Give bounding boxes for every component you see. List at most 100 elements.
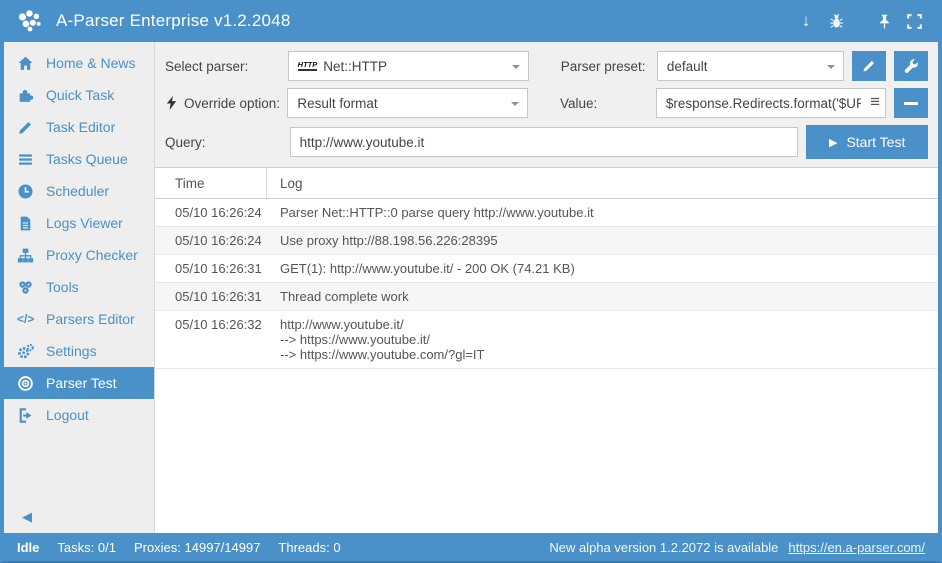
pin-icon[interactable] <box>874 11 894 31</box>
override-option-dropdown[interactable]: Result format <box>287 88 528 118</box>
sidebar-item-logs-viewer[interactable]: Logs Viewer <box>4 207 154 239</box>
pencil-icon <box>17 119 34 136</box>
log-time: 05/10 16:26:24 <box>155 205 267 220</box>
main-content: Select parser: HTTP Net::HTTP Parser pre… <box>155 42 938 533</box>
sidebar-item-label: Task Editor <box>46 119 115 135</box>
override-option-label: Override option: <box>184 96 280 111</box>
log-time: 05/10 16:26:31 <box>155 261 267 276</box>
column-header-log[interactable]: Log <box>267 176 938 191</box>
sidebar-item-label: Parser Test <box>46 375 117 391</box>
sidebar-item-label: Scheduler <box>46 183 109 199</box>
play-icon: ▶ <box>829 136 837 149</box>
log-message: Thread complete work <box>267 289 938 304</box>
edit-preset-button[interactable] <box>852 51 886 81</box>
log-time: 05/10 16:26:32 <box>155 317 267 332</box>
select-parser-value: Net::HTTP <box>323 59 387 74</box>
select-parser-dropdown[interactable]: HTTP Net::HTTP <box>288 51 529 81</box>
list-icon <box>17 151 34 168</box>
query-input[interactable] <box>291 128 798 156</box>
remove-override-button[interactable] <box>894 88 928 118</box>
app-window: A-Parser Enterprise v1.2.2048 ↓ <box>0 0 942 563</box>
sidebar-collapse-icon[interactable]: ◀ <box>22 509 32 525</box>
parser-preset-value: default <box>667 59 708 74</box>
sidebar-item-label: Quick Task <box>46 87 114 103</box>
a-parser-logo-icon <box>14 6 46 36</box>
value-field-wrap: ≡ <box>656 88 886 118</box>
status-state: Idle <box>17 540 39 555</box>
sidebar-item-label: Tasks Queue <box>46 151 128 167</box>
sidebar-item-label: Settings <box>46 343 97 359</box>
log-time: 05/10 16:26:31 <box>155 289 267 304</box>
override-option-value: Result format <box>297 96 377 111</box>
update-link[interactable]: https://en.a-parser.com/ <box>788 540 925 555</box>
target-icon <box>17 375 34 392</box>
sidebar-item-proxy-checker[interactable]: Proxy Checker <box>4 239 154 271</box>
cubes-icon <box>17 279 34 296</box>
clock-icon <box>17 183 34 200</box>
sidebar-item-tasks-queue[interactable]: Tasks Queue <box>4 143 154 175</box>
value-menu-icon[interactable]: ≡ <box>870 92 880 112</box>
query-label: Query: <box>165 135 206 150</box>
table-row[interactable]: 05/10 16:26:31 GET(1): http://www.youtub… <box>155 255 938 283</box>
status-bar: Idle Tasks: 0/1 Proxies: 14997/14997 Thr… <box>4 533 938 561</box>
gears-icon <box>17 343 34 360</box>
wrench-icon <box>903 58 919 74</box>
puzzle-icon <box>17 87 34 104</box>
table-row[interactable]: 05/10 16:26:32 http://www.youtube.it/ --… <box>155 311 938 369</box>
status-proxies: Proxies: 14997/14997 <box>134 540 260 555</box>
update-message: New alpha version 1.2.2072 is available <box>549 540 778 555</box>
select-parser-label: Select parser: <box>165 59 248 74</box>
log-message: Use proxy http://88.198.56.226:28395 <box>267 233 938 248</box>
log-message: GET(1): http://www.youtube.it/ - 200 OK … <box>267 261 938 276</box>
download-icon[interactable]: ↓ <box>796 11 816 31</box>
pencil-icon <box>861 58 877 74</box>
sidebar-item-label: Proxy Checker <box>46 247 138 263</box>
parser-settings-button[interactable] <box>894 51 928 81</box>
sidebar-item-logout[interactable]: Logout <box>4 399 154 431</box>
sidebar: Home & News Quick Task Task Editor Tasks… <box>4 42 155 533</box>
value-label: Value: <box>560 96 597 111</box>
sidebar-item-parsers-editor[interactable]: </> Parsers Editor <box>4 303 154 335</box>
minus-icon <box>904 102 918 105</box>
table-row[interactable]: 05/10 16:26:31 Thread complete work <box>155 283 938 311</box>
app-title: A-Parser Enterprise v1.2.2048 <box>56 11 290 31</box>
sidebar-item-label: Parsers Editor <box>46 311 135 327</box>
status-tasks: Tasks: 0/1 <box>57 540 116 555</box>
sidebar-item-tools[interactable]: Tools <box>4 271 154 303</box>
status-threads: Threads: 0 <box>278 540 340 555</box>
override-bolt-icon <box>165 96 178 110</box>
log-message: Parser Net::HTTP::0 parse query http://w… <box>267 205 938 220</box>
logout-icon <box>17 407 34 424</box>
sidebar-item-label: Logs Viewer <box>46 215 123 231</box>
query-field-wrap <box>290 127 799 157</box>
sidebar-item-label: Tools <box>46 279 79 295</box>
document-icon <box>17 215 34 232</box>
start-test-label: Start Test <box>846 134 905 150</box>
home-icon <box>17 55 34 72</box>
sidebar-item-label: Logout <box>46 407 89 423</box>
sidebar-item-home-news[interactable]: Home & News <box>4 47 154 79</box>
sidebar-item-settings[interactable]: Settings <box>4 335 154 367</box>
parser-preset-dropdown[interactable]: default <box>657 51 844 81</box>
sidebar-item-parser-test[interactable]: Parser Test <box>4 367 154 399</box>
fullscreen-icon[interactable] <box>904 11 924 31</box>
parser-test-form: Select parser: HTTP Net::HTTP Parser pre… <box>155 42 938 168</box>
log-message: http://www.youtube.it/ --> https://www.y… <box>267 317 938 362</box>
code-icon: </> <box>17 312 37 326</box>
column-header-time[interactable]: Time <box>155 168 267 198</box>
parser-preset-label: Parser preset: <box>561 59 646 74</box>
log-table: Time Log 05/10 16:26:24 Parser Net::HTTP… <box>155 168 938 369</box>
sidebar-item-task-editor[interactable]: Task Editor <box>4 111 154 143</box>
sitemap-icon <box>17 247 34 264</box>
table-row[interactable]: 05/10 16:26:24 Parser Net::HTTP::0 parse… <box>155 199 938 227</box>
sidebar-item-label: Home & News <box>46 55 135 71</box>
sidebar-item-scheduler[interactable]: Scheduler <box>4 175 154 207</box>
table-row[interactable]: 05/10 16:26:24 Use proxy http://88.198.5… <box>155 227 938 255</box>
bug-report-icon[interactable] <box>826 11 846 31</box>
title-bar: A-Parser Enterprise v1.2.2048 ↓ <box>4 0 938 42</box>
start-test-button[interactable]: ▶ Start Test <box>806 125 928 159</box>
log-time: 05/10 16:26:24 <box>155 233 267 248</box>
http-parser-icon: HTTP <box>298 61 318 72</box>
sidebar-item-quick-task[interactable]: Quick Task <box>4 79 154 111</box>
value-input[interactable] <box>657 89 885 117</box>
